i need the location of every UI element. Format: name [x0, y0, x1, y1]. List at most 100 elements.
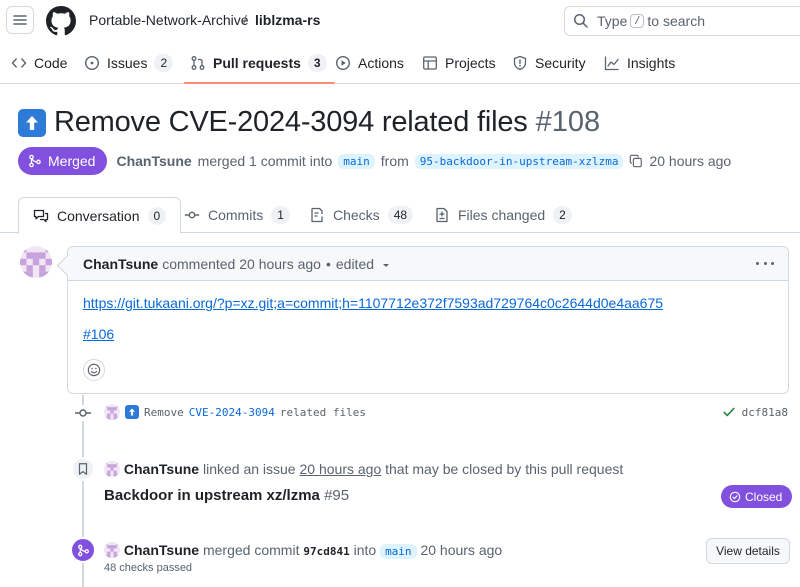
- tab-files-changed[interactable]: Files changed 2: [420, 197, 586, 233]
- timeline-linked-issue: ChanTsune linked an issue 20 hours ago t…: [104, 461, 623, 477]
- breadcrumb-repo-link[interactable]: liblzma-rs: [255, 12, 320, 28]
- tab-commits[interactable]: Commits 1: [170, 197, 304, 233]
- view-details-button[interactable]: View details: [706, 538, 790, 564]
- github-logo-icon[interactable]: [46, 6, 76, 36]
- commit-link[interactable]: https://git.tukaani.org/?p=xz.git;a=comm…: [83, 295, 663, 311]
- pr-title-row: Remove CVE-2024-3094 related files #108: [18, 106, 600, 139]
- search-input[interactable]: Type / to search: [564, 6, 800, 36]
- pr-time: 20 hours ago: [649, 153, 732, 169]
- merged-commit-sha-link[interactable]: 97cd841: [303, 545, 349, 558]
- pr-number: #108: [535, 106, 601, 138]
- linked-issue-title: Backdoor in upstream xz/lzma: [104, 487, 320, 504]
- head-branch[interactable]: 95-backdoor-in-upstream-xzlzma: [414, 153, 624, 169]
- pr-state-row: Merged ChanTsune merged 1 commit into ma…: [18, 147, 731, 175]
- repo-nav-issues-label: Issues: [107, 54, 148, 71]
- timeline-merged-badge: [70, 537, 96, 563]
- commit-message-code[interactable]: CVE-2024-3094: [189, 406, 275, 419]
- avatar[interactable]: [104, 404, 120, 420]
- check-icon[interactable]: [722, 405, 736, 419]
- repo-nav-issues[interactable]: Issues 2: [84, 42, 174, 83]
- comment-meta: commented 20 hours ago: [162, 255, 321, 272]
- tab-checks-label: Checks: [333, 207, 380, 223]
- avatar[interactable]: [104, 461, 120, 477]
- merged-branch[interactable]: main: [380, 544, 417, 559]
- global-header: Portable-Network-Archive / liblzma-rs Ty…: [0, 0, 800, 40]
- linked-author-link[interactable]: ChanTsune: [124, 461, 199, 477]
- merged-author-link[interactable]: ChanTsune: [124, 542, 199, 558]
- pr-action-text: merged 1 commit into: [197, 153, 333, 169]
- search-placeholder-suffix: to search: [647, 13, 705, 29]
- repo-nav-projects[interactable]: Projects: [422, 42, 496, 83]
- commit-message-suffix[interactable]: related files: [280, 406, 366, 419]
- tab-commits-label: Commits: [208, 207, 264, 223]
- timeline-commit: Remove CVE-2024-3094 related files: [104, 404, 366, 420]
- issue-closed-label: Closed: [745, 489, 783, 504]
- tab-commits-count: 1: [271, 206, 290, 224]
- commit-sha-row: dcf81a8: [722, 405, 788, 419]
- repo-nav-actions-label: Actions: [358, 54, 404, 71]
- breadcrumb-owner-link[interactable]: Portable-Network-Archive: [89, 12, 249, 28]
- code-icon: [11, 57, 27, 68]
- checklist-icon: [311, 207, 323, 223]
- base-branch[interactable]: main: [338, 153, 375, 169]
- search-icon: [573, 13, 588, 28]
- search-shortcut-key: /: [630, 14, 645, 28]
- commit-sha-link[interactable]: dcf81a8: [742, 406, 788, 419]
- bookmark-icon: [78, 463, 88, 475]
- comment-meta-separator: •: [325, 255, 331, 272]
- comment-box: ChanTsune commented 20 hours ago • edite…: [67, 246, 789, 394]
- tab-checks[interactable]: Checks 48: [295, 197, 427, 233]
- repo-nav-insights[interactable]: Insights: [604, 42, 675, 83]
- comment-discussion-icon: [33, 209, 49, 222]
- commit-message-prefix[interactable]: Remove: [144, 406, 184, 419]
- pr-from-text: from: [380, 153, 409, 169]
- comment-header: ChanTsune commented 20 hours ago • edite…: [68, 247, 788, 281]
- linked-issue-title-link[interactable]: Backdoor in upstream xz/lzma #95: [104, 487, 349, 504]
- pr-author-link[interactable]: ChanTsune: [116, 153, 191, 169]
- repo-nav-actions[interactable]: Actions: [335, 42, 404, 83]
- pull-request-icon: [191, 55, 205, 70]
- file-diff-icon: [436, 207, 448, 223]
- issue-reference-link[interactable]: #106: [83, 326, 114, 342]
- pr-title: Remove CVE-2024-3094 related files: [54, 106, 528, 138]
- linked-issue-number: #95: [324, 487, 350, 504]
- issue-icon: [84, 55, 100, 70]
- git-commit-icon: [184, 211, 200, 219]
- tab-conversation[interactable]: Conversation 0: [18, 197, 182, 234]
- hamburger-menu-button[interactable]: [6, 6, 34, 34]
- copy-icon[interactable]: [629, 154, 643, 168]
- repo-nav-pull-requests[interactable]: Pull requests 3: [184, 42, 335, 84]
- git-merge-icon: [77, 544, 89, 556]
- breadcrumb-separator: /: [243, 12, 247, 28]
- linked-time[interactable]: 20 hours ago: [300, 461, 382, 477]
- merged-status-label: Merged: [48, 153, 96, 169]
- comment-edited-dropdown[interactable]: edited: [336, 256, 391, 272]
- repo-nav-security[interactable]: Security: [512, 42, 586, 83]
- repo-nav-insights-label: Insights: [627, 54, 676, 71]
- repo-nav-security-label: Security: [535, 54, 586, 71]
- tab-files-changed-label: Files changed: [458, 207, 546, 223]
- avatar[interactable]: [104, 542, 120, 558]
- table-icon: [423, 55, 437, 70]
- issue-closed-badge: Closed: [721, 485, 793, 508]
- timeline-bookmark-badge: [71, 457, 95, 481]
- comment-body: https://git.tukaani.org/?p=xz.git;a=comm…: [68, 281, 788, 342]
- issue-closed-icon: [729, 491, 741, 502]
- comment-options-kebab-icon[interactable]: [756, 255, 774, 271]
- comment-edited-label: edited: [335, 255, 375, 272]
- linked-text-2: that may be closed by this pull request: [385, 461, 624, 477]
- repo-nav-code[interactable]: Code: [11, 42, 67, 83]
- repo-nav-issues-count: 2: [154, 53, 174, 72]
- timeline-commit-icon: [74, 405, 92, 421]
- repo-nav-code-label: Code: [34, 54, 68, 71]
- comment-author-link[interactable]: ChanTsune: [83, 256, 158, 272]
- graph-icon: [604, 56, 619, 70]
- tab-files-changed-count: 2: [553, 206, 572, 224]
- avatar[interactable]: [20, 246, 52, 278]
- smiley-icon: [87, 363, 101, 377]
- add-reaction-button[interactable]: [83, 359, 105, 381]
- repo-nav: Code Issues 2 Pull requests 3 Actions Pr…: [0, 42, 800, 84]
- git-merge-icon: [29, 154, 41, 168]
- up-arrow-emoji-icon: [18, 108, 46, 137]
- caret-down-icon: [382, 263, 389, 267]
